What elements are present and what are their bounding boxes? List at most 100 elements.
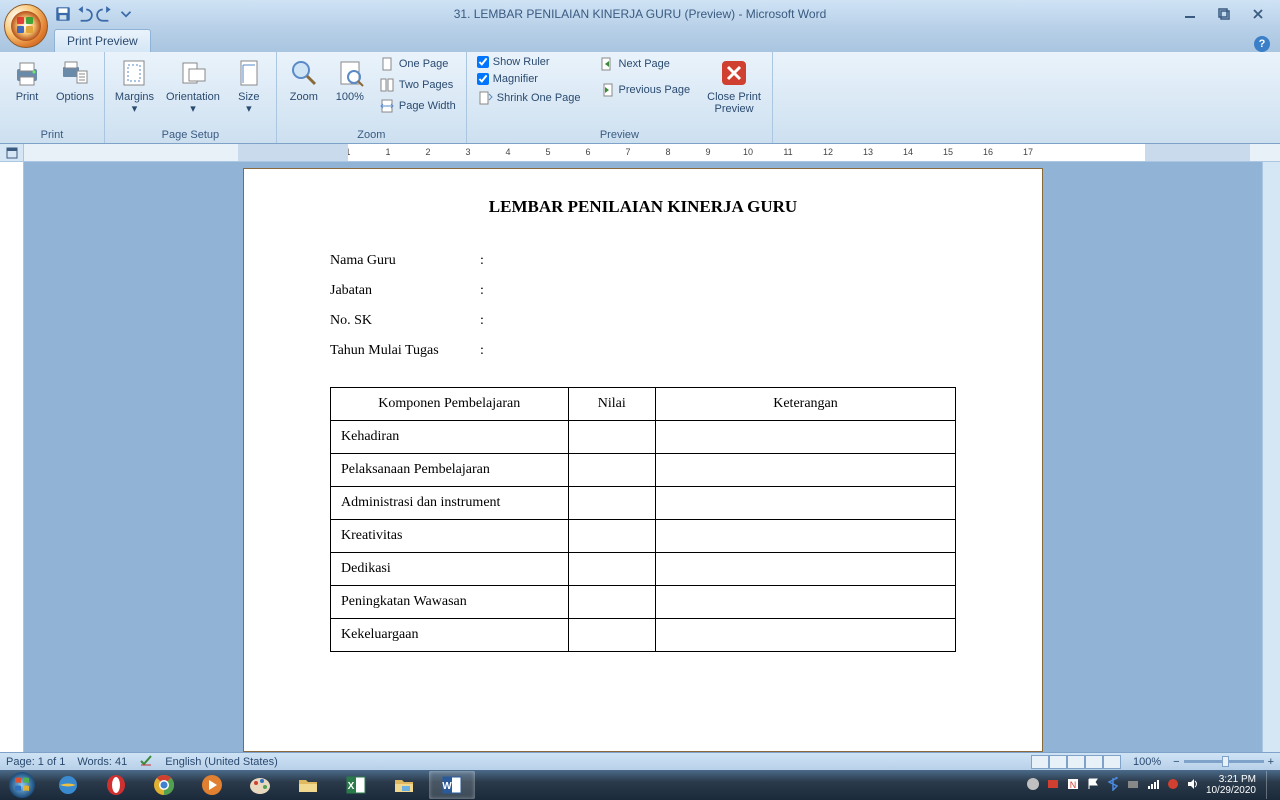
- tray-clock[interactable]: 3:21 PM 10/29/2020: [1206, 774, 1256, 796]
- tray-flag-icon[interactable]: [1086, 777, 1100, 794]
- quick-access-toolbar: [54, 5, 135, 23]
- page: LEMBAR PENILAIAN KINERJA GURU Nama Guru:…: [243, 168, 1043, 752]
- svg-text:4: 4: [505, 147, 510, 157]
- view-print-layout[interactable]: [1031, 755, 1049, 769]
- office-button[interactable]: [4, 4, 48, 48]
- tray-icon[interactable]: [1026, 777, 1040, 794]
- close-preview-button[interactable]: Close Print Preview: [702, 54, 766, 118]
- one-page-button[interactable]: One Page: [375, 54, 460, 74]
- table-row: Dedikasi: [331, 553, 956, 586]
- taskbar-word[interactable]: W: [429, 771, 475, 799]
- magnifier-checkbox[interactable]: Magnifier: [473, 71, 585, 87]
- svg-text:12: 12: [823, 147, 833, 157]
- tray-volume-icon[interactable]: [1186, 777, 1200, 794]
- print-button[interactable]: Print: [6, 54, 48, 106]
- help-button[interactable]: ?: [1254, 36, 1270, 52]
- taskbar-media-player[interactable]: [189, 771, 235, 799]
- svg-text:6: 6: [585, 147, 590, 157]
- orientation-button[interactable]: Orientation▾: [162, 54, 224, 118]
- doc-table: Komponen Pembelajaran Nilai Keterangan K…: [330, 387, 956, 652]
- taskbar-chrome[interactable]: [141, 771, 187, 799]
- page-container[interactable]: LEMBAR PENILAIAN KINERJA GURU Nama Guru:…: [24, 162, 1262, 752]
- tray-icon[interactable]: [1166, 777, 1180, 794]
- view-outline[interactable]: [1085, 755, 1103, 769]
- taskbar-folder[interactable]: [285, 771, 331, 799]
- table-row: Peningkatan Wawasan: [331, 586, 956, 619]
- taskbar-excel[interactable]: X: [333, 771, 379, 799]
- group-print: Print Options Print: [0, 52, 105, 143]
- field-row: Nama Guru:: [330, 253, 956, 269]
- previous-page-button[interactable]: Previous Page: [595, 80, 695, 100]
- svg-text:16: 16: [983, 147, 993, 157]
- minimize-button[interactable]: [1178, 6, 1202, 22]
- size-button[interactable]: Size▾: [228, 54, 270, 118]
- options-button[interactable]: Options: [52, 54, 98, 106]
- svg-text:5: 5: [545, 147, 550, 157]
- close-button[interactable]: [1246, 6, 1270, 22]
- zoom-slider[interactable]: − +: [1173, 756, 1274, 768]
- margins-button[interactable]: Margins▾: [111, 54, 158, 118]
- zoom-in-button[interactable]: +: [1268, 756, 1274, 768]
- window-title: 31. LEMBAR PENILAIAN KINERJA GURU (Previ…: [454, 7, 827, 21]
- zoom-out-button[interactable]: −: [1173, 756, 1179, 768]
- next-page-button[interactable]: Next Page: [595, 54, 695, 74]
- view-web-layout[interactable]: [1067, 755, 1085, 769]
- shrink-one-page-button[interactable]: Shrink One Page: [473, 88, 585, 108]
- tray-icon[interactable]: [1046, 777, 1060, 794]
- field-row: No. SK:: [330, 313, 956, 329]
- maximize-button[interactable]: [1212, 6, 1236, 22]
- taskbar-paint[interactable]: [237, 771, 283, 799]
- status-language[interactable]: English (United States): [165, 756, 278, 768]
- tray-icon[interactable]: [1126, 777, 1140, 794]
- ribbon-tabs: Print Preview ?: [0, 28, 1280, 52]
- svg-text:8: 8: [665, 147, 670, 157]
- svg-text:14: 14: [903, 147, 913, 157]
- taskbar-ie[interactable]: [45, 771, 91, 799]
- svg-text:13: 13: [863, 147, 873, 157]
- save-icon[interactable]: [54, 5, 72, 23]
- svg-text:7: 7: [625, 147, 630, 157]
- tray-icon[interactable]: N: [1066, 777, 1080, 794]
- horizontal-ruler[interactable]: 321 1234567891011121314151617: [238, 144, 1250, 161]
- zoom-button[interactable]: Zoom: [283, 54, 325, 106]
- group-zoom: Zoom 100% One Page Two Pages Page Width …: [277, 52, 467, 143]
- vertical-scrollbar[interactable]: [1262, 162, 1280, 752]
- tab-print-preview[interactable]: Print Preview: [54, 29, 151, 52]
- view-full-screen[interactable]: [1049, 755, 1067, 769]
- ruler-corner[interactable]: [0, 144, 24, 161]
- vertical-ruler[interactable]: [0, 162, 24, 752]
- svg-text:X: X: [348, 781, 355, 792]
- status-page[interactable]: Page: 1 of 1: [6, 756, 65, 768]
- zoom-100-button[interactable]: 100%: [329, 54, 371, 106]
- svg-text:N: N: [1070, 780, 1077, 790]
- taskbar-explorer[interactable]: [381, 771, 427, 799]
- window-buttons: [1178, 6, 1280, 22]
- view-draft[interactable]: [1103, 755, 1121, 769]
- show-desktop-button[interactable]: [1266, 771, 1274, 799]
- group-preview: Show Ruler Magnifier Shrink One Page Nex…: [467, 52, 773, 143]
- show-ruler-checkbox[interactable]: Show Ruler: [473, 54, 585, 70]
- redo-icon[interactable]: [96, 5, 114, 23]
- doc-heading: LEMBAR PENILAIAN KINERJA GURU: [330, 197, 956, 217]
- taskbar: X W N 3:21 PM 10/29/2020: [0, 770, 1280, 800]
- svg-text:2: 2: [425, 147, 430, 157]
- taskbar-opera[interactable]: [93, 771, 139, 799]
- status-words[interactable]: Words: 41: [77, 756, 127, 768]
- page-width-button[interactable]: Page Width: [375, 96, 460, 116]
- table-row: Kehadiran: [331, 421, 956, 454]
- table-header-row: Komponen Pembelajaran Nilai Keterangan: [331, 388, 956, 421]
- start-button[interactable]: [0, 770, 44, 800]
- svg-text:W: W: [442, 781, 452, 792]
- group-page-setup: Margins▾ Orientation▾ Size▾ Page Setup: [105, 52, 277, 143]
- zoom-level[interactable]: 100%: [1133, 756, 1161, 768]
- proofing-icon[interactable]: [139, 753, 153, 770]
- ruler-row: 321 1234567891011121314151617: [0, 144, 1280, 162]
- svg-text:11: 11: [783, 147, 792, 157]
- field-row: Tahun Mulai Tugas:: [330, 343, 956, 359]
- undo-icon[interactable]: [75, 5, 93, 23]
- two-pages-button[interactable]: Two Pages: [375, 75, 460, 95]
- table-row: Pelaksanaan Pembelajaran: [331, 454, 956, 487]
- tray-network-icon[interactable]: [1146, 777, 1160, 794]
- tray-bluetooth-icon[interactable]: [1106, 777, 1120, 794]
- qat-more-icon[interactable]: [117, 5, 135, 23]
